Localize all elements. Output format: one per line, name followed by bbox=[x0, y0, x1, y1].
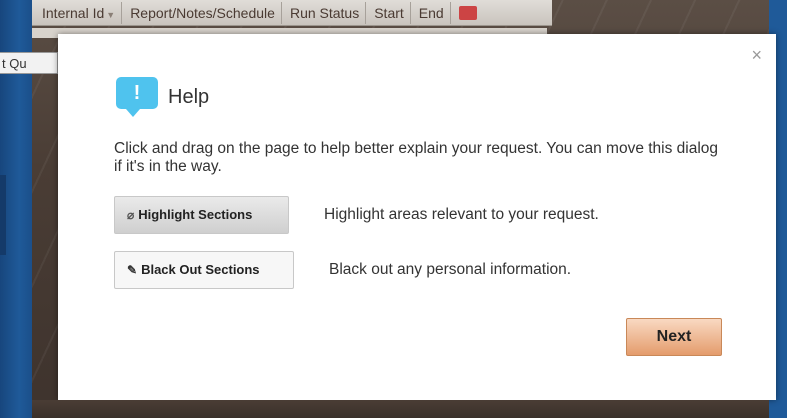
column-header-label: Internal Id bbox=[42, 4, 105, 21]
help-header: ! Help bbox=[116, 76, 210, 117]
column-header-label: Start bbox=[374, 4, 404, 21]
dialog-title: Help bbox=[168, 86, 210, 108]
background-left-tab: t Qu bbox=[0, 52, 58, 74]
background-table-header: Internal Id ▼ Report/Notes/Schedule Run S… bbox=[32, 0, 552, 26]
column-header-report-notes[interactable]: Report/Notes/Schedule bbox=[124, 1, 282, 24]
column-header-label: Run Status bbox=[289, 4, 360, 21]
column-header-internal-id[interactable]: Internal Id ▼ bbox=[36, 1, 123, 24]
close-icon[interactable]: × bbox=[751, 46, 762, 64]
eraser-icon: ⌀ bbox=[127, 208, 135, 222]
black-out-sections-button[interactable]: ✎ Black Out Sections bbox=[114, 251, 294, 289]
next-button[interactable]: Next bbox=[626, 318, 722, 356]
dialog-description: Click and drag on the page to help bette… bbox=[114, 140, 719, 175]
background-bottom bbox=[32, 400, 769, 418]
highlight-action-row: ⌀ Highlight Sections Highlight areas rel… bbox=[114, 196, 599, 234]
blackout-action-row: ✎ Black Out Sections Black out any perso… bbox=[114, 251, 571, 289]
column-header-end[interactable]: End bbox=[413, 1, 451, 24]
column-header-label: Report/Notes/Schedule bbox=[130, 4, 275, 21]
highlight-sections-description: Highlight areas relevant to your request… bbox=[324, 206, 599, 223]
black-out-sections-label: Black Out Sections bbox=[141, 262, 260, 277]
column-header-start[interactable]: Start bbox=[368, 1, 411, 24]
help-speech-bubble-icon: ! bbox=[116, 76, 158, 117]
highlight-sections-label: Highlight Sections bbox=[138, 207, 253, 222]
pencil-icon: ✎ bbox=[127, 263, 138, 277]
highlight-sections-button[interactable]: ⌀ Highlight Sections bbox=[114, 196, 289, 234]
export-icon[interactable] bbox=[458, 5, 477, 20]
black-out-sections-description: Black out any personal information. bbox=[329, 261, 572, 278]
left-stripe bbox=[0, 175, 6, 255]
help-dialog[interactable]: × ! Help Click and drag on the page to h… bbox=[58, 34, 776, 400]
chevron-down-icon: ▼ bbox=[106, 9, 116, 20]
column-header-run-status[interactable]: Run Status bbox=[284, 1, 367, 24]
column-header-label: End bbox=[418, 4, 444, 21]
